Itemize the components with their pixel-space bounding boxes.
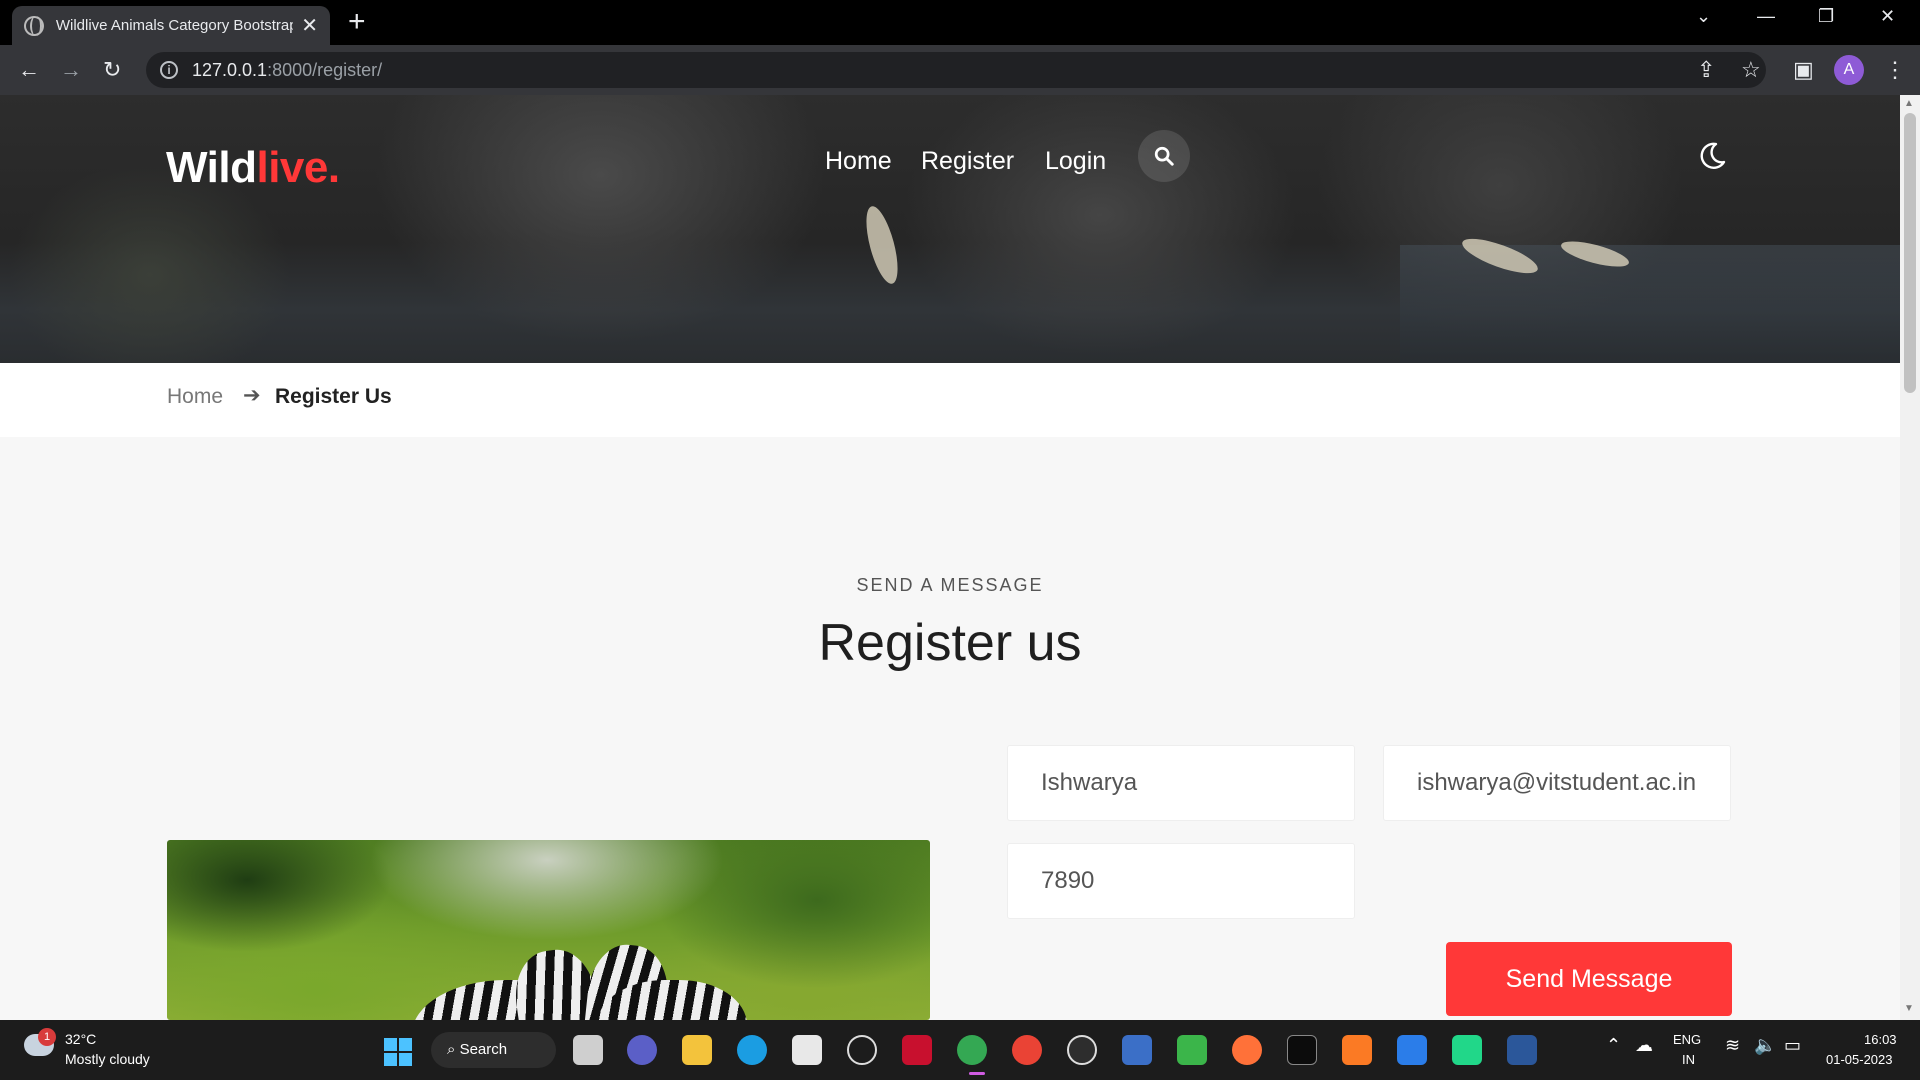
taskbar-search-button[interactable]: ⌕ Search [431, 1032, 556, 1068]
minimize-icon[interactable]: — [1757, 6, 1775, 27]
breadcrumb-home-link[interactable]: Home [167, 385, 223, 409]
language-indicator[interactable]: ENG [1673, 1032, 1701, 1047]
side-panel-icon[interactable]: ▣ [1793, 57, 1814, 83]
profile-avatar[interactable]: A [1834, 55, 1864, 85]
weather-alert-badge: 1 [38, 1028, 56, 1046]
email-field[interactable]: ishwarya@vitstudent.ac.in [1383, 745, 1731, 821]
weather-description[interactable]: Mostly cloudy [65, 1051, 150, 1067]
wifi-icon[interactable]: ≋ [1725, 1035, 1740, 1056]
nav-home[interactable]: Home [825, 147, 892, 176]
mcafee-icon[interactable] [902, 1035, 932, 1065]
send-message-button[interactable]: Send Message [1446, 942, 1732, 1016]
mysql-dolphin-icon[interactable] [1397, 1035, 1427, 1065]
page-viewport: Wildlive. Home Register Login Home ➔ Reg… [0, 95, 1900, 1020]
nav-register[interactable]: Register [921, 147, 1014, 176]
url-host: 127.0.0.1 [192, 59, 268, 80]
edge-icon[interactable] [737, 1035, 767, 1065]
search-icon [1154, 146, 1174, 166]
address-bar[interactable]: i 127.0.0.1 :8000/register/ [146, 52, 1766, 88]
logo-main-text: Wild [166, 143, 257, 192]
xampp-icon[interactable] [1342, 1035, 1372, 1065]
arrow-right-icon: ➔ [243, 384, 261, 407]
forward-icon[interactable]: → [60, 55, 82, 85]
onedrive-cloud-icon[interactable]: ☁ [1635, 1035, 1653, 1056]
site-logo[interactable]: Wildlive. [166, 143, 340, 193]
reload-icon[interactable]: ↻ [103, 55, 121, 85]
windows-start-icon[interactable] [384, 1038, 412, 1066]
bookmark-star-icon[interactable]: ☆ [1741, 57, 1761, 83]
search-button[interactable] [1138, 130, 1190, 182]
address-toolbar: ← → ↻ i 127.0.0.1 :8000/register/ ⇪ ☆ ▣ … [0, 45, 1920, 95]
browser-tab-strip: Wildlive Animals Category Bootstrap ✕ + … [0, 0, 1920, 45]
restore-icon[interactable]: ❐ [1818, 6, 1834, 27]
terminal-icon[interactable] [1287, 1035, 1317, 1065]
pycharm-icon[interactable] [1452, 1035, 1482, 1065]
show-hidden-icons-chevron[interactable]: ⌃ [1606, 1035, 1621, 1056]
logo-accent-text: live. [256, 143, 340, 192]
hero-banner: Wildlive. Home Register Login [0, 95, 1900, 363]
media-player-icon[interactable] [1067, 1035, 1097, 1065]
taskbar-date[interactable]: 01-05-2023 [1826, 1052, 1893, 1067]
page-title: Register us [818, 614, 1082, 672]
menu-kebab-icon[interactable]: ⋮ [1884, 57, 1906, 83]
window-close-icon[interactable]: ✕ [1880, 6, 1895, 27]
chrome-profile-icon[interactable] [957, 1035, 987, 1065]
file-explorer-icon[interactable] [682, 1035, 712, 1065]
battery-icon[interactable]: ▭ [1784, 1035, 1801, 1056]
windows-taskbar: 1 32°C Mostly cloudy ⌕ Search ⌃ ☁ ENG IN… [0, 1020, 1920, 1080]
firefox-icon[interactable] [1232, 1035, 1262, 1065]
browser-tab-active[interactable]: Wildlive Animals Category Bootstrap ✕ [12, 6, 330, 45]
task-view-icon[interactable] [573, 1035, 603, 1065]
breadcrumb: Home ➔ Register Us [0, 363, 1900, 437]
scroll-down-icon[interactable]: ▼ [1904, 1003, 1914, 1014]
volume-icon[interactable]: 🔈 [1754, 1035, 1776, 1056]
chrome-icon[interactable] [1012, 1035, 1042, 1065]
qt-creator-icon[interactable] [1177, 1035, 1207, 1065]
site-info-icon[interactable]: i [160, 61, 178, 79]
remote-desktop-icon[interactable] [1122, 1035, 1152, 1065]
taskbar-time[interactable]: 16:03 [1864, 1032, 1897, 1047]
page-scrollbar[interactable]: ▲ ▼ [1900, 95, 1920, 1020]
microsoft-store-icon[interactable] [792, 1035, 822, 1065]
globe-icon [24, 15, 44, 36]
dell-icon[interactable] [847, 1035, 877, 1065]
teams-chat-icon[interactable] [627, 1035, 657, 1065]
weather-temperature[interactable]: 32°C [65, 1031, 96, 1047]
url-path: :8000/register/ [267, 59, 383, 80]
back-icon[interactable]: ← [18, 55, 40, 85]
hero-water [1400, 245, 1900, 363]
tab-search-chevron-icon[interactable]: ⌄ [1696, 6, 1711, 27]
section-eyebrow: SEND A MESSAGE [856, 575, 1044, 595]
zebra-photo [167, 840, 930, 1020]
close-tab-icon[interactable]: ✕ [301, 13, 318, 38]
breadcrumb-current: Register Us [275, 385, 392, 408]
scrollbar-thumb[interactable] [1904, 113, 1916, 393]
language-region[interactable]: IN [1682, 1052, 1695, 1067]
phone-field[interactable]: 7890 [1007, 843, 1355, 919]
name-field[interactable]: Ishwarya [1007, 745, 1355, 821]
share-icon[interactable]: ⇪ [1697, 57, 1715, 83]
active-app-indicator [969, 1072, 985, 1075]
elephant-tusk [860, 203, 904, 287]
taskbar-search-label: Search [459, 1041, 508, 1058]
dark-mode-moon-icon[interactable] [1696, 140, 1728, 172]
word-icon[interactable] [1507, 1035, 1537, 1065]
new-tab-icon[interactable]: + [348, 6, 366, 38]
nav-login[interactable]: Login [1045, 147, 1106, 176]
scroll-up-icon[interactable]: ▲ [1904, 98, 1914, 109]
tab-title: Wildlive Animals Category Bootstrap [55, 17, 294, 34]
